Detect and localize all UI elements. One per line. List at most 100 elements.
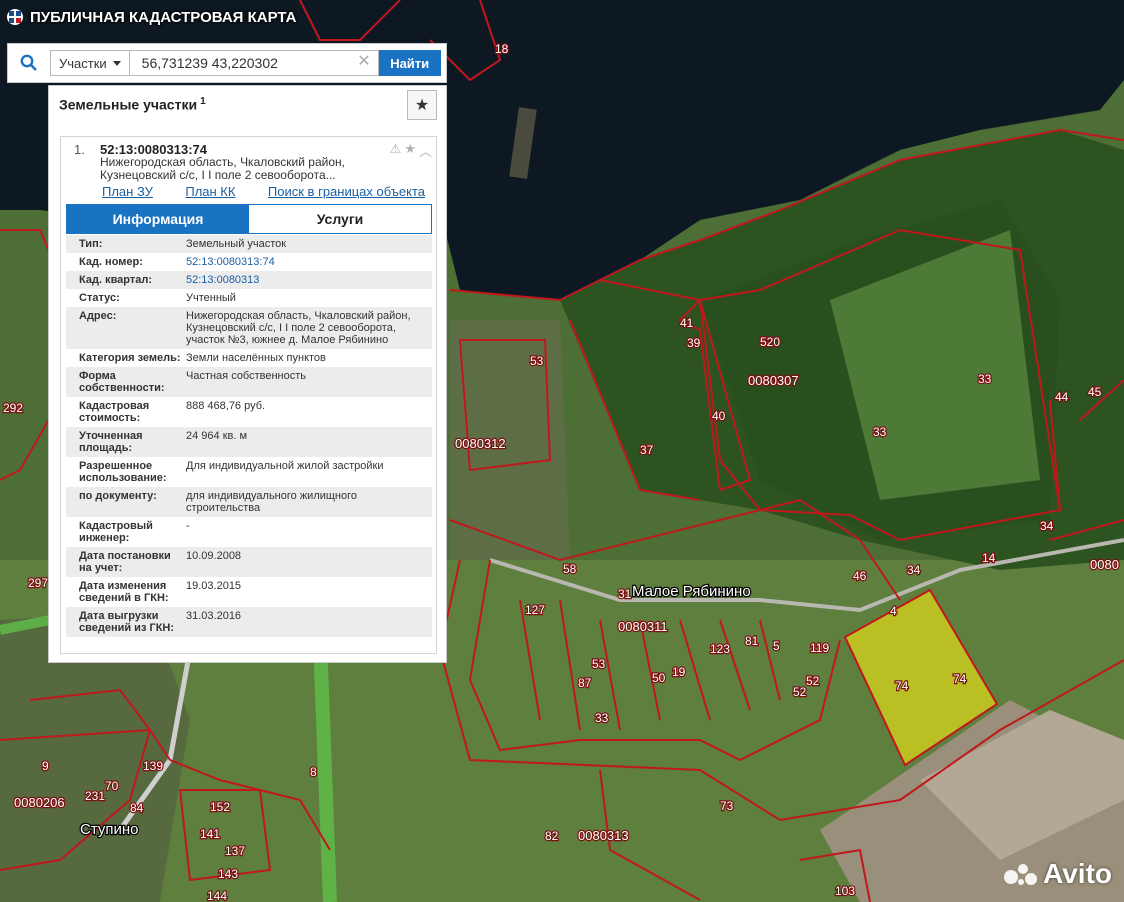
- attribute-key: Кад. номер:: [79, 256, 143, 268]
- attribute-row: Дата постановки на учет: 10.09.2008: [66, 547, 432, 577]
- parcel-label: 46: [853, 569, 867, 583]
- parcel-label: 31: [618, 587, 632, 601]
- parcel-label: 152: [210, 800, 230, 814]
- favorite-button[interactable]: ★: [407, 90, 437, 120]
- chevron-down-icon: [112, 60, 121, 66]
- attribute-row: Форма собственности: Частная собственност…: [66, 367, 432, 397]
- parcel-label: 81: [745, 634, 759, 648]
- parcel-label: 87: [578, 676, 592, 690]
- attribute-row: Дата изменения сведений в ГКН: 19.03.2015: [66, 577, 432, 607]
- parcel-label: 18: [495, 42, 509, 56]
- attribute-row: по документу: для индивидуального жилищно…: [66, 487, 432, 517]
- parcel-label: 8: [310, 765, 317, 779]
- attribute-value[interactable]: 52:13:0080313:74: [186, 253, 432, 271]
- parcel-label: 58: [563, 562, 577, 576]
- search-type-select[interactable]: Участки: [50, 50, 129, 76]
- attribute-key: по документу:: [79, 490, 157, 502]
- card-tabs: Информация Услуги: [66, 204, 432, 234]
- attribute-row: Уточненная площадь: 24 964 кв. м: [66, 427, 432, 457]
- attribute-row: Кадастровый инженер: -: [66, 517, 432, 547]
- search-icon[interactable]: [8, 44, 50, 82]
- parcel-label: 5: [773, 639, 780, 653]
- search-input[interactable]: [128, 50, 379, 76]
- quarter-label: 0080311: [618, 619, 668, 634]
- parcel-label: 45: [1088, 385, 1102, 399]
- star-icon: ★: [414, 97, 430, 114]
- place-label-stupino: Ступино: [80, 821, 139, 838]
- attribute-table: Тип: Земельный участок Кад. номер: 52:13:00…: [66, 235, 432, 637]
- panel-title: Земельные участки 1: [59, 96, 206, 113]
- warning-icon[interactable]: ⚠: [390, 141, 402, 160]
- parcel-label: 73: [720, 799, 734, 813]
- parcel-label: 52: [806, 674, 820, 688]
- result-count: 1: [200, 96, 206, 107]
- parcel-label: 292: [3, 401, 23, 415]
- parcel-label: 33: [595, 711, 609, 725]
- result-card[interactable]: 1. 52:13:0080313:74 Нижегородская област…: [60, 136, 437, 654]
- quarter-label: 0080: [1090, 557, 1119, 572]
- parcel-label: 34: [1040, 519, 1054, 533]
- attribute-row: Дата выгрузки сведений из ГКН: 31.03.2016: [66, 607, 432, 637]
- tab-info[interactable]: Информация: [67, 205, 249, 233]
- parcel-label: 119: [810, 641, 829, 655]
- attribute-key: Кадастровая стоимость:: [79, 400, 150, 424]
- attribute-value: 19.03.2015: [186, 580, 242, 592]
- close-icon[interactable]: ✕: [357, 54, 370, 70]
- attribute-row: Разрешенное использование: Для индивидуал…: [66, 457, 432, 487]
- attribute-value: Земли населённых пунктов: [186, 352, 326, 364]
- attribute-key: Тип:: [79, 238, 103, 250]
- tab-services[interactable]: Услуги: [249, 205, 431, 233]
- attribute-key: Категория земель:: [79, 352, 181, 364]
- result-address: Нижегородская область, Чкаловский район,…: [100, 155, 345, 182]
- result-index: 1.: [74, 142, 85, 157]
- parcel-label: 74: [895, 679, 909, 693]
- attribute-value: для индивидуального жилищного строительс…: [186, 490, 358, 514]
- parcel-label: 39: [687, 336, 701, 350]
- parcel-label: 14: [982, 551, 996, 565]
- quarter-label: 0080206: [14, 795, 65, 810]
- place-label-maloe-ryabinino: Малое Рябинино: [632, 583, 751, 600]
- attribute-key: Кадастровый инженер:: [79, 520, 153, 544]
- parcel-label: 33: [978, 372, 992, 386]
- attribute-value: Нижегородская область, Чкаловский район,…: [186, 310, 411, 346]
- app-header: ПУБЛИЧНАЯ КАДАСТРОВАЯ КАРТА: [0, 0, 296, 34]
- attribute-value: Учтенный: [186, 292, 236, 304]
- parcel-label: 82: [545, 829, 559, 843]
- attribute-value: -: [186, 520, 190, 532]
- attribute-value: Земельный участок: [186, 238, 287, 250]
- attribute-value: 31.03.2016: [186, 610, 242, 622]
- parcel-label: 33: [873, 425, 887, 439]
- attribute-row: Тип: Земельный участок: [66, 235, 432, 253]
- parcel-label: 84: [130, 801, 144, 815]
- parcel-label: 231: [85, 789, 105, 803]
- parcel-label: 9: [42, 759, 49, 773]
- attribute-value[interactable]: 52:13:0080313: [186, 271, 432, 289]
- chevron-up-icon[interactable]: ︿: [419, 141, 432, 160]
- panel-header: Земельные участки 1 ★: [49, 86, 446, 132]
- parcel-label: 74: [953, 672, 967, 686]
- attribute-row: Кадастровая стоимость: 888 468,76 руб.: [66, 397, 432, 427]
- attribute-key: Дата изменения сведений в ГКН:: [79, 580, 169, 604]
- parcel-label: 70: [105, 779, 119, 793]
- attribute-key: Дата постановки на учет:: [79, 550, 171, 574]
- parcel-label: 137: [225, 844, 245, 858]
- app-title: ПУБЛИЧНАЯ КАДАСТРОВАЯ КАРТА: [30, 8, 297, 26]
- attribute-key: Адрес:: [79, 310, 117, 322]
- search-button[interactable]: Найти: [378, 50, 441, 76]
- parcel-label: 144: [207, 889, 227, 902]
- parcel-label: 52: [793, 685, 807, 699]
- parcel-label: 19: [672, 665, 686, 679]
- attribute-key: Форма собственности:: [79, 370, 165, 394]
- parcel-label: 44: [1055, 390, 1069, 404]
- parcel-label: 520: [760, 335, 780, 349]
- parcel-label: 37: [640, 443, 654, 457]
- attribute-row: Кад. квартал: 52:13:0080313: [66, 271, 432, 289]
- star-icon[interactable]: ★: [404, 141, 416, 160]
- attribute-key: Кад. квартал:: [79, 274, 153, 286]
- parcel-label: 50: [652, 671, 666, 685]
- parcel-label: 34: [907, 563, 921, 577]
- attribute-key: Уточненная площадь:: [79, 430, 143, 454]
- quarter-label: 0080312: [455, 436, 506, 451]
- attribute-key: Разрешенное использование:: [79, 460, 167, 484]
- attribute-value: Частная собственность: [186, 370, 307, 382]
